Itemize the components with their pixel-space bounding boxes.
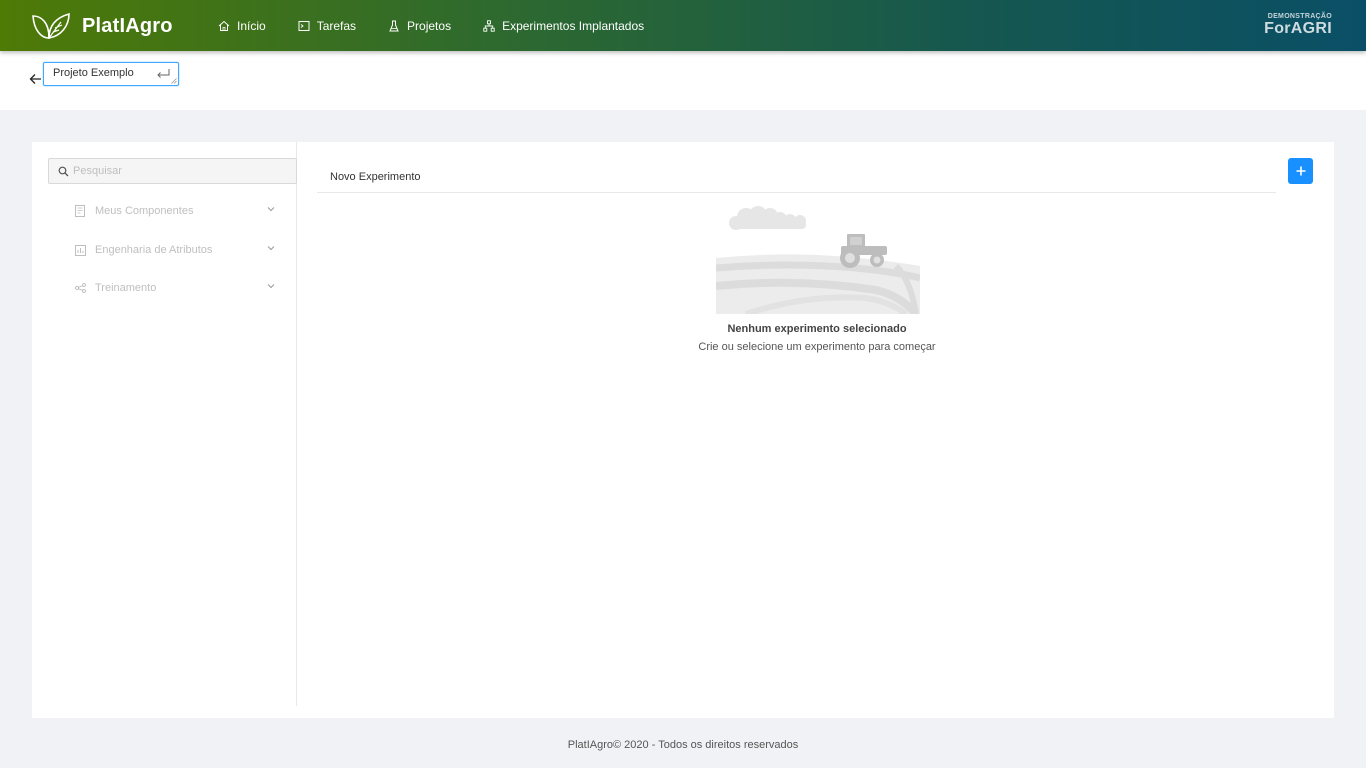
nav-label: Início xyxy=(237,18,266,33)
main-card: Pesquisar Meus Componentes Engenharia de… xyxy=(32,142,1334,718)
partner-brand: DEMONSTRAÇÃO ForAGRI xyxy=(1264,13,1332,38)
page-footer: PlatIAgro© 2020 - Todos os direitos rese… xyxy=(567,739,799,751)
back-button[interactable] xyxy=(29,72,42,90)
logo-text: PlatIAgro xyxy=(82,14,173,37)
nav-item-inicio[interactable]: Início xyxy=(218,0,266,51)
add-experiment-button[interactable] xyxy=(1288,158,1313,184)
brand-title: ForAGRI xyxy=(1264,20,1332,37)
sidebar-item-engenharia-de-atributos[interactable]: Engenharia de Atributos xyxy=(75,240,275,260)
share-nodes-icon xyxy=(75,283,87,293)
nav-label: Experimentos Implantados xyxy=(502,18,645,33)
empty-state-title: Nenhum experimento selecionado xyxy=(727,323,907,335)
cluster-icon xyxy=(483,19,495,32)
sidebar-item-label: Treinamento xyxy=(95,282,157,294)
brand-subtitle: DEMONSTRAÇÃO xyxy=(1267,13,1332,20)
terminal-icon xyxy=(298,20,310,31)
main-nav: Início Tarefas Projetos Experimentos Imp… xyxy=(218,0,676,51)
chevron-down-icon xyxy=(267,207,275,212)
project-name-text: Projeto Exemplo xyxy=(53,67,134,79)
search-input[interactable]: Pesquisar xyxy=(48,158,297,184)
app-logo[interactable]: PlatIAgro xyxy=(31,11,173,41)
sidebar-item-treinamento[interactable]: Treinamento xyxy=(75,278,275,298)
tab-novo-experimento[interactable]: Novo Experimento xyxy=(330,171,421,183)
experiment-tabs: Novo Experimento xyxy=(317,159,1276,193)
tractor-field-illustration xyxy=(716,206,920,314)
sidebar-item-label: Meus Componentes xyxy=(95,205,194,217)
chevron-down-icon xyxy=(267,246,275,251)
empty-state-subtitle: Crie ou selecione um experimento para co… xyxy=(698,341,936,353)
sidebar-item-label: Engenharia de Atributos xyxy=(95,244,213,256)
search-icon xyxy=(58,166,69,176)
flask-icon xyxy=(389,20,399,31)
nav-item-projetos[interactable]: Projetos xyxy=(388,0,451,51)
nav-item-tarefas[interactable]: Tarefas xyxy=(298,0,356,51)
search-placeholder: Pesquisar xyxy=(73,165,122,177)
project-subheader xyxy=(0,51,1366,110)
nav-label: Tarefas xyxy=(316,18,357,33)
components-sidebar: Pesquisar Meus Componentes Engenharia de… xyxy=(32,142,297,706)
nav-item-experimentos-implantados[interactable]: Experimentos Implantados xyxy=(483,0,644,51)
home-icon xyxy=(218,20,230,31)
arrow-left-icon xyxy=(29,74,41,84)
sidebar-item-meus-componentes[interactable]: Meus Componentes xyxy=(75,201,275,221)
chevron-down-icon xyxy=(267,284,275,289)
top-header: PlatIAgro Início Tarefas Projetos Experi… xyxy=(0,0,1366,51)
nav-label: Projetos xyxy=(407,18,452,33)
project-name-input[interactable]: Projeto Exemplo xyxy=(43,62,179,86)
leaf-logo-icon xyxy=(32,12,70,39)
file-icon xyxy=(75,205,87,217)
chart-box-icon xyxy=(75,244,87,256)
enter-icon xyxy=(157,69,170,78)
plus-icon xyxy=(1296,166,1305,176)
resize-handle-icon[interactable] xyxy=(171,78,177,84)
